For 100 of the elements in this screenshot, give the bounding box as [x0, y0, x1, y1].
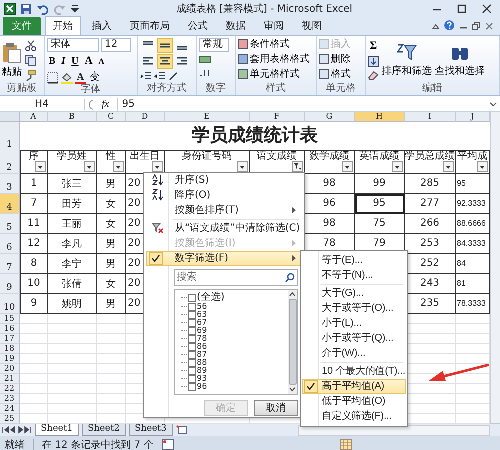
filter-dropdown-icon[interactable] [113, 161, 124, 172]
checkbox[interactable] [188, 383, 196, 391]
eraser-icon[interactable] [368, 70, 379, 81]
style-command[interactable]: 条件格式 [238, 38, 314, 50]
checkbox[interactable] [188, 359, 196, 367]
cells-command[interactable]: 格式 [319, 68, 363, 80]
align-button[interactable] [157, 38, 173, 53]
ribbon-tab[interactable]: 公式 [181, 17, 215, 35]
column-header[interactable]: F [250, 112, 305, 122]
ribbon-tab[interactable]: 数据 [219, 17, 253, 35]
column-header[interactable]: H [355, 112, 405, 122]
row-header[interactable]: 18 [0, 344, 20, 354]
checkbox[interactable] [188, 335, 196, 343]
format-button[interactable]: U [70, 55, 81, 68]
list-scrollbar[interactable] [288, 290, 297, 394]
filter-applied-icon[interactable] [292, 161, 303, 172]
number-format-field[interactable]: 常规 [199, 38, 229, 52]
row-header[interactable]: 2 [0, 150, 20, 174]
style-command[interactable]: 套用表格格式 [238, 53, 314, 65]
menu-item[interactable]: 大于或等于(O)... [302, 301, 406, 316]
cut-icon[interactable] [25, 40, 37, 52]
maximize-icon[interactable] [455, 3, 469, 15]
filter-dropdown-icon[interactable] [342, 161, 353, 172]
scroll-up-icon[interactable] [289, 292, 296, 297]
menu-item[interactable]: 高于平均值(A) [302, 379, 406, 394]
search-field[interactable]: 搜索 [174, 269, 298, 286]
row-header[interactable]: 23 [0, 394, 20, 404]
row-header[interactable]: 5 [0, 214, 20, 234]
format-button[interactable]: B [47, 55, 58, 68]
menu-item[interactable]: 大于(G)... [302, 286, 406, 301]
row-header[interactable]: 9 [0, 274, 20, 294]
row-header[interactable]: 17 [0, 334, 20, 344]
filter-dropdown-icon[interactable] [35, 161, 46, 172]
row-header[interactable]: 22 [0, 384, 20, 394]
indent-icon[interactable] [154, 72, 166, 82]
checkbox[interactable] [188, 303, 196, 311]
filter-dropdown-icon[interactable] [237, 161, 248, 172]
checkbox[interactable] [188, 319, 196, 327]
filter-dropdown-icon[interactable] [392, 161, 403, 172]
undo-icon[interactable] [37, 4, 49, 14]
font-color-button[interactable]: A [75, 72, 86, 84]
column-header[interactable]: A [20, 112, 48, 122]
ribbon-tab[interactable]: 视图 [295, 17, 329, 35]
ribbon-tab[interactable]: 审阅 [257, 17, 291, 35]
copy-icon[interactable] [25, 54, 37, 66]
checkbox[interactable] [188, 367, 196, 375]
menu-item[interactable]: 小于或等于(Q)... [302, 331, 406, 346]
name-box[interactable]: H4 [0, 99, 85, 110]
cells-command[interactable]: 删除 [319, 53, 363, 65]
checkbox[interactable] [188, 327, 196, 335]
checkbox[interactable] [188, 343, 196, 351]
style-command[interactable]: 单元格样式 [238, 68, 314, 80]
menu-item[interactable]: 低于平均值(O) [302, 394, 406, 409]
collapse-ribbon-icon[interactable] [432, 23, 440, 31]
row-header[interactable]: 25 [0, 414, 20, 424]
row-header[interactable]: 10 [0, 294, 20, 314]
sheet-tab[interactable]: Sheet1 [35, 424, 79, 436]
menu-item[interactable]: 不等于(N)... [302, 268, 406, 286]
ribbon-tab[interactable]: 开始 [45, 16, 81, 35]
row-header[interactable]: 3 [0, 174, 20, 194]
checkbox[interactable] [188, 311, 196, 319]
format-button[interactable]: I [60, 55, 68, 68]
format-painter-icon[interactable] [25, 70, 37, 82]
normal-view-icon[interactable] [340, 439, 352, 450]
checkbox[interactable] [188, 351, 196, 359]
formula-field[interactable]: 95 [117, 98, 485, 111]
cancel-button[interactable]: 取消 [254, 400, 298, 416]
customize-caret-icon[interactable] [71, 4, 79, 14]
row-header[interactable]: 15 [0, 314, 20, 324]
phonetic-button[interactable]: 变 [88, 71, 102, 84]
scroll-down-icon[interactable] [289, 387, 296, 392]
row-header[interactable]: 20 [0, 364, 20, 374]
font-name-field[interactable]: 宋体 [47, 38, 99, 52]
close-icon[interactable] [480, 3, 494, 15]
row-header[interactable]: 19 [0, 354, 20, 364]
filter-dropdown-icon[interactable] [443, 161, 454, 172]
column-header[interactable]: B [48, 112, 97, 122]
sheet-tab[interactable]: Sheet3 [128, 424, 173, 436]
row-header[interactable]: 7 [0, 254, 20, 274]
ribbon-tab[interactable]: 文件 [3, 17, 41, 35]
align-button[interactable] [157, 54, 173, 69]
menu-item[interactable]: 介于(W)... [302, 346, 406, 364]
shrink-font-button[interactable]: A [96, 55, 107, 68]
autosum-button[interactable]: Σ [368, 40, 380, 53]
ribbon-tab[interactable]: 页面布局 [123, 17, 177, 35]
filter-dropdown-icon[interactable] [477, 161, 488, 172]
find-select-button[interactable]: 查找和选择 [435, 43, 486, 78]
menu-item[interactable]: 等于(E)... [302, 253, 406, 268]
menu-item[interactable]: 数字筛选(F) [146, 251, 302, 266]
indent-icon[interactable] [140, 72, 152, 82]
sheet-navigation-icon[interactable] [2, 426, 32, 434]
font-size-field[interactable]: 12 [101, 38, 131, 52]
row-header[interactable]: 16 [0, 324, 20, 334]
grow-font-button[interactable]: A [82, 55, 95, 68]
help-icon[interactable] [444, 20, 455, 31]
row-header[interactable]: 21 [0, 374, 20, 384]
ribbon-tab[interactable]: 插入 [85, 17, 119, 35]
row-header[interactable]: 6 [0, 234, 20, 254]
macro-record-icon[interactable] [162, 439, 174, 450]
restore-icon[interactable] [472, 22, 481, 31]
